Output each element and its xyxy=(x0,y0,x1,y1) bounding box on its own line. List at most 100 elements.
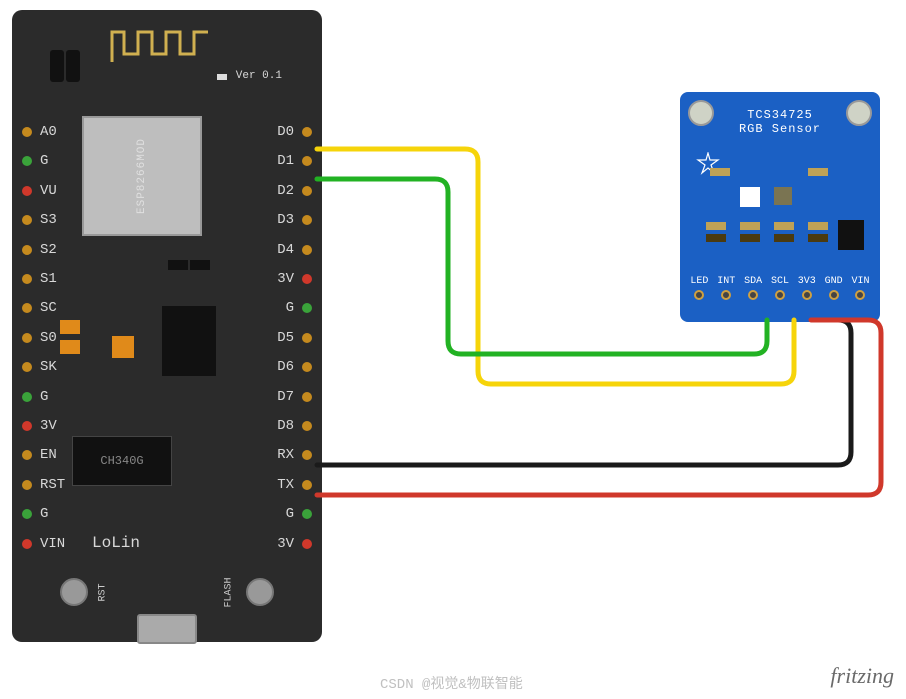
pin-label: INT xyxy=(717,276,735,287)
pin-d5[interactable]: D5 xyxy=(192,330,312,346)
smd-chip xyxy=(838,220,864,250)
pin-hole-icon xyxy=(748,290,758,300)
pin-label: EN xyxy=(40,447,57,463)
pin-dot-icon xyxy=(302,127,312,137)
pin-g[interactable]: G xyxy=(22,153,142,169)
flash-button[interactable] xyxy=(246,578,274,606)
pin-s0[interactable]: S0 xyxy=(22,330,142,346)
smd-component xyxy=(706,222,726,230)
smd-component xyxy=(774,234,794,242)
pin-d7[interactable]: D7 xyxy=(192,389,312,405)
pin-s1[interactable]: S1 xyxy=(22,271,142,287)
sensor-pin-scl[interactable]: SCL xyxy=(771,276,789,300)
pin-dot-icon xyxy=(22,245,32,255)
pin-d8[interactable]: D8 xyxy=(192,418,312,434)
pin-label: 3V xyxy=(277,271,294,287)
pin-dot-icon xyxy=(302,480,312,490)
pin-label: 3V3 xyxy=(798,276,816,287)
pin-label: VIN xyxy=(851,276,869,287)
pin-label: SC xyxy=(40,300,57,316)
pin-dot-icon xyxy=(22,392,32,402)
sensor-pin-led[interactable]: LED xyxy=(690,276,708,300)
pin-label: G xyxy=(286,300,294,316)
sensor-pin-int[interactable]: INT xyxy=(717,276,735,300)
wire-gnd xyxy=(317,320,851,465)
sensor-pin-vin[interactable]: VIN xyxy=(851,276,869,300)
sensor-led xyxy=(740,187,760,207)
pin-dot-icon xyxy=(302,392,312,402)
reset-button[interactable] xyxy=(60,578,88,606)
pin-d0[interactable]: D0 xyxy=(192,124,312,140)
smd-component xyxy=(740,234,760,242)
pin-vin[interactable]: VIN xyxy=(22,536,142,552)
version-label: Ver 0.1 xyxy=(236,70,282,82)
pin-label: G xyxy=(286,506,294,522)
sensor-pin-gnd[interactable]: GND xyxy=(825,276,843,300)
pin-3v[interactable]: 3V xyxy=(192,271,312,287)
pin-label: D7 xyxy=(277,389,294,405)
pin-g[interactable]: G xyxy=(192,300,312,316)
pin-label: G xyxy=(40,153,48,169)
software-watermark: fritzing xyxy=(830,663,894,689)
pin-d4[interactable]: D4 xyxy=(192,242,312,258)
usb-port[interactable] xyxy=(137,614,197,644)
pin-rx[interactable]: RX xyxy=(192,447,312,463)
pin-label: S2 xyxy=(40,242,57,258)
pin-label: D8 xyxy=(277,418,294,434)
pin-label: 3V xyxy=(277,536,294,552)
pin-s2[interactable]: S2 xyxy=(22,242,142,258)
rst-label: RST xyxy=(98,583,109,601)
pin-s3[interactable]: S3 xyxy=(22,212,142,228)
pin-hole-icon xyxy=(775,290,785,300)
pin-hole-icon xyxy=(802,290,812,300)
pin-label: S0 xyxy=(40,330,57,346)
pin-d2[interactable]: D2 xyxy=(192,183,312,199)
pin-dot-icon xyxy=(302,362,312,372)
antenna-icon xyxy=(110,24,230,64)
pin-vu[interactable]: VU xyxy=(22,183,142,199)
pin-label: SK xyxy=(40,359,57,375)
pin-g[interactable]: G xyxy=(22,506,142,522)
pin-3v[interactable]: 3V xyxy=(22,418,142,434)
pin-tx[interactable]: TX xyxy=(192,477,312,493)
chip-label: ESP8266MOD xyxy=(136,138,148,214)
pin-label: D0 xyxy=(277,124,294,140)
pin-dot-icon xyxy=(302,303,312,313)
pin-g[interactable]: G xyxy=(192,506,312,522)
pin-a0[interactable]: A0 xyxy=(22,124,142,140)
sensor-pin-3v3[interactable]: 3V3 xyxy=(798,276,816,300)
pin-label: SCL xyxy=(771,276,789,287)
pin-d3[interactable]: D3 xyxy=(192,212,312,228)
pin-dot-icon xyxy=(302,450,312,460)
pin-hole-icon xyxy=(694,290,704,300)
flash-label: FLASH xyxy=(223,577,234,607)
capacitor-icon xyxy=(66,50,80,82)
pin-dot-icon xyxy=(302,245,312,255)
pin-d6[interactable]: D6 xyxy=(192,359,312,375)
pin-dot-icon xyxy=(302,333,312,343)
pin-d1[interactable]: D1 xyxy=(192,153,312,169)
pin-dot-icon xyxy=(302,509,312,519)
pin-dot-icon xyxy=(302,215,312,225)
pin-label: 3V xyxy=(40,418,57,434)
pin-label: TX xyxy=(277,477,294,493)
pin-rst[interactable]: RST xyxy=(22,477,142,493)
pin-label: D4 xyxy=(277,242,294,258)
smd-component xyxy=(710,168,730,176)
sensor-pin-sda[interactable]: SDA xyxy=(744,276,762,300)
pin-sk[interactable]: SK xyxy=(22,359,142,375)
smd-component xyxy=(808,234,828,242)
pin-dot-icon xyxy=(22,186,32,196)
pin-sc[interactable]: SC xyxy=(22,300,142,316)
sensor-ic xyxy=(774,187,792,205)
pin-label: SDA xyxy=(744,276,762,287)
pin-3v[interactable]: 3V xyxy=(192,536,312,552)
pin-g[interactable]: G xyxy=(22,389,142,405)
mount-hole xyxy=(846,100,872,126)
pin-dot-icon xyxy=(22,450,32,460)
pin-dot-icon xyxy=(22,215,32,225)
pin-dot-icon xyxy=(302,186,312,196)
pin-dot-icon xyxy=(302,539,312,549)
pin-label: G xyxy=(40,506,48,522)
pin-en[interactable]: EN xyxy=(22,447,142,463)
